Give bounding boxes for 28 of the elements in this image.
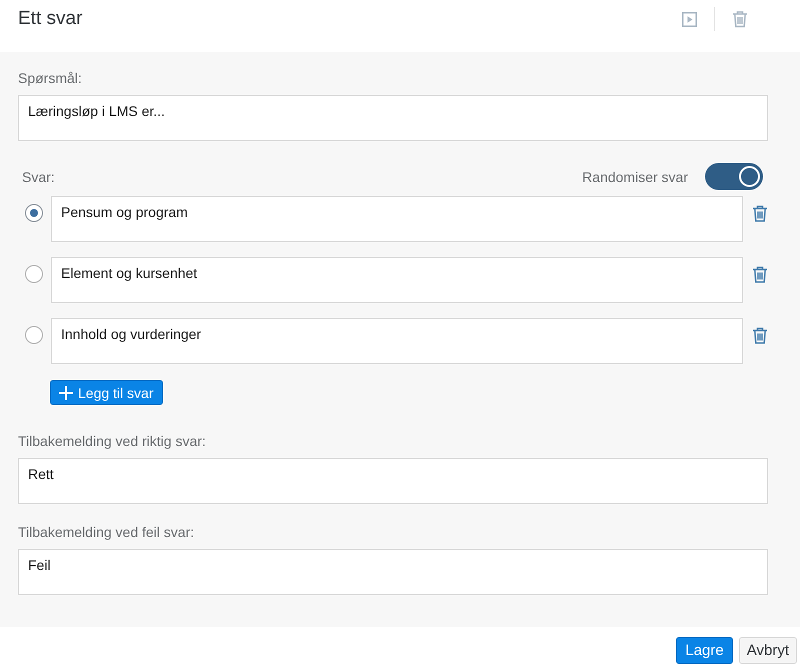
trash-icon [732, 10, 748, 28]
cancel-button[interactable]: Avbryt [738, 637, 797, 664]
feedback-label: Tilbakemelding ved riktig svar: [18, 432, 207, 450]
delete-answer-button[interactable] [752, 266, 768, 283]
trash-icon [752, 266, 768, 283]
feedback-field[interactable]: Rett [18, 458, 768, 504]
randomize-label: Randomiser svar [582, 168, 688, 186]
feedback-label: Tilbakemelding ved feil svar: [18, 523, 196, 541]
delete-answer-button[interactable] [752, 205, 768, 222]
answer-radio[interactable] [25, 204, 43, 222]
plus-icon [59, 386, 73, 400]
play-icon [682, 12, 697, 26]
save-button[interactable]: Lagre [676, 637, 733, 664]
answer-radio[interactable] [25, 265, 43, 283]
question-label: Spørsmål: [18, 69, 83, 87]
trash-icon [752, 205, 768, 222]
answers-label: Svar: [22, 168, 55, 186]
trash-icon [752, 327, 768, 344]
randomize-switch[interactable] [705, 163, 763, 190]
answer-field[interactable]: Innhold og vurderinger [51, 318, 743, 364]
answer-field[interactable]: Element og kursenhet [51, 257, 743, 303]
answer-radio[interactable] [25, 326, 43, 344]
add-answer-button[interactable]: Legg til svar [50, 380, 164, 405]
answer-field[interactable]: Pensum og program [51, 196, 743, 242]
dialog-title: Ett svar [18, 8, 82, 30]
delete-answer-button[interactable] [752, 327, 768, 344]
question-field[interactable]: Læringsløp i LMS er... [18, 95, 768, 141]
feedback-field[interactable]: Feil [18, 549, 768, 595]
